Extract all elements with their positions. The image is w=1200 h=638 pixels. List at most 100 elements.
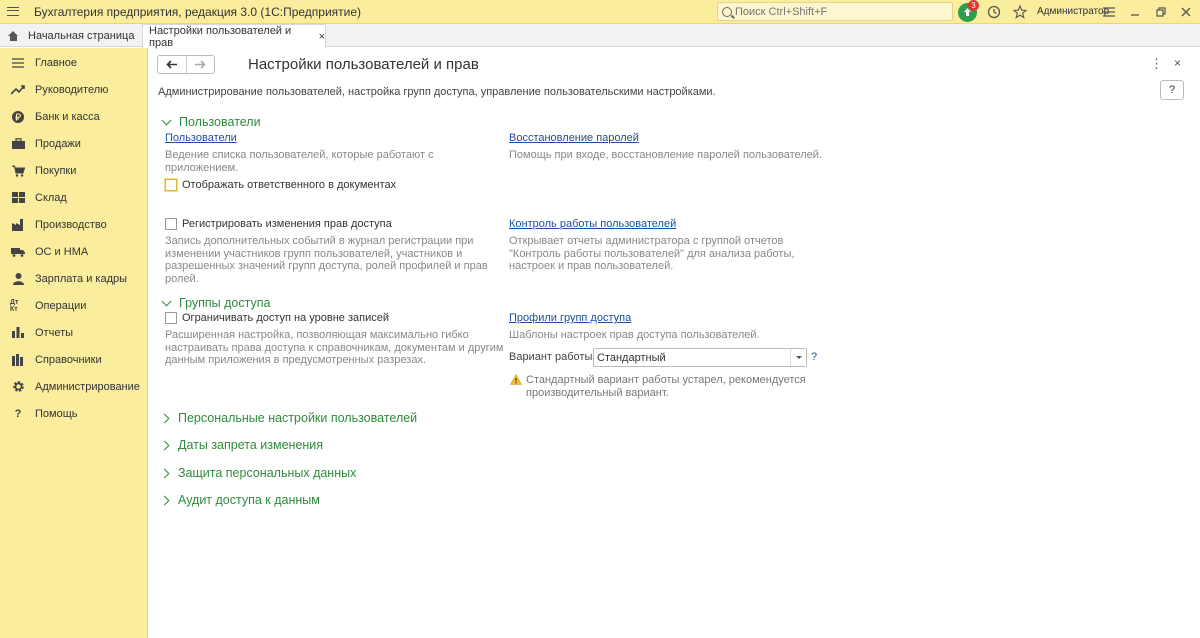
current-user[interactable]: Администратор: [1037, 6, 1109, 17]
user-activity-control-link[interactable]: Контроль работы пользователей: [509, 218, 676, 230]
sidebar-item-fixed-assets[interactable]: ОС и НМА: [0, 238, 147, 265]
more-actions-icon[interactable]: ⋮: [1150, 56, 1163, 72]
sidebar-item-label: Помощь: [35, 407, 78, 420]
sidebar-item-label: Администрирование: [35, 380, 140, 393]
window-close-button[interactable]: [1177, 3, 1195, 21]
form-close-icon[interactable]: ×: [1174, 56, 1181, 70]
gear-icon: [10, 379, 26, 395]
users-link[interactable]: Пользователи: [165, 132, 237, 144]
work-mode-label: Вариант работы:: [509, 351, 596, 363]
description-line: разрешенных значений групп доступа, роле…: [165, 260, 488, 272]
warning-icon: [510, 374, 522, 385]
warning-line: производительный вариант.: [526, 386, 669, 399]
page-description: Администрирование пользователей, настрой…: [158, 86, 716, 98]
restrict-records-checkbox[interactable]: [165, 312, 177, 324]
back-button[interactable]: [158, 56, 187, 73]
section-personal-settings-header[interactable]: Персональные настройки пользователей: [159, 411, 417, 425]
sidebar-item-reports[interactable]: Отчеты: [0, 319, 147, 346]
search-box[interactable]: [717, 2, 953, 21]
settings-menu-button[interactable]: [1100, 3, 1118, 21]
favorites-button[interactable]: [1011, 3, 1029, 21]
notifications-count-badge: 3: [968, 0, 979, 11]
main-menu-button[interactable]: [2, 0, 24, 24]
show-responsible-checkbox[interactable]: [165, 179, 177, 191]
restrict-records-label: Ограничивать доступ на уровне записей: [182, 312, 390, 324]
description-line: данным приложения в предусмотренных разр…: [165, 354, 427, 366]
menu-lines-icon: [10, 55, 26, 71]
password-recovery-link[interactable]: Восстановление паролей: [509, 132, 639, 144]
section-personal-data-protection-header[interactable]: Защита персональных данных: [159, 466, 356, 480]
factory-icon: [10, 217, 26, 233]
section-users-header[interactable]: Пользователи: [161, 115, 261, 129]
sidebar-item-operations[interactable]: Дт Кт Операции: [0, 292, 147, 319]
register-changes-option[interactable]: Регистрировать изменения прав доступа: [165, 218, 392, 230]
sidebar-item-purchases[interactable]: Покупки: [0, 157, 147, 184]
work-mode-value: Стандартный: [597, 351, 666, 364]
star-icon: [1013, 5, 1027, 19]
register-changes-label: Регистрировать изменения прав доступа: [182, 218, 392, 230]
tab-home[interactable]: Начальная страница: [0, 24, 141, 47]
search-input[interactable]: [735, 5, 935, 18]
page-title: Настройки пользователей и прав: [248, 56, 479, 73]
description-line: Расширенная настройка, позволяющая макси…: [165, 329, 469, 341]
sidebar-item-manager[interactable]: Руководителю: [0, 76, 147, 103]
tab-close-icon[interactable]: ×: [319, 31, 325, 43]
sidebar-item-sales[interactable]: Продажи: [0, 130, 147, 157]
restore-button[interactable]: [1152, 3, 1170, 21]
chevron-right-icon: [159, 468, 170, 478]
forward-button[interactable]: [187, 56, 215, 73]
question-icon: ?: [14, 407, 22, 420]
minimize-button[interactable]: [1126, 3, 1144, 21]
app-title: Бухгалтерия предприятия, редакция 3.0 (1…: [34, 4, 362, 19]
sidebar-item-help[interactable]: ? Помощь: [0, 400, 147, 427]
books-icon: [10, 352, 26, 368]
section-data-access-audit-header[interactable]: Аудит доступа к данным: [159, 493, 320, 507]
restrict-records-option[interactable]: Ограничивать доступ на уровне записей: [165, 312, 389, 324]
chevron-down-icon: [161, 296, 172, 306]
description-line: настраивать права доступа к справочникам…: [165, 341, 504, 354]
sidebar-item-catalogs[interactable]: Справочники: [0, 346, 147, 373]
tab-user-settings-label: Настройки пользователей и прав: [149, 24, 292, 49]
help-button[interactable]: ?: [1160, 80, 1184, 100]
section-data-access-audit-title: Аудит доступа к данным: [178, 493, 320, 507]
register-changes-checkbox[interactable]: [165, 218, 177, 230]
navigation-buttons: [157, 55, 215, 74]
description-line: ролей.: [165, 272, 199, 285]
tab-user-settings[interactable]: Настройки пользователей и прав ×: [142, 24, 326, 49]
sidebar-item-salary[interactable]: Зарплата и кадры: [0, 265, 147, 292]
section-users-title: Пользователи: [179, 115, 261, 129]
work-mode-warning: Стандартный вариант работы устарел, реко…: [526, 374, 806, 399]
description-line: настроек и прав пользователей.: [509, 260, 674, 272]
show-responsible-option[interactable]: Отображать ответственного в документах: [165, 179, 396, 191]
sidebar-item-label: Главное: [35, 56, 78, 69]
sidebar-item-label: Руководителю: [35, 83, 109, 96]
description-line: "Контроль работы пользователей" для анал…: [509, 247, 795, 260]
show-responsible-label: Отображать ответственного в документах: [182, 179, 397, 191]
user-activity-control-description: Открывает отчеты администратора с группо…: [509, 235, 794, 273]
sidebar-item-label: Склад: [35, 191, 67, 204]
sidebar-item-label: Покупки: [35, 164, 77, 177]
sidebar-item-label: Справочники: [35, 353, 102, 366]
sidebar-item-warehouse[interactable]: Склад: [0, 184, 147, 211]
section-access-groups-header[interactable]: Группы доступа: [161, 296, 270, 310]
truck-icon: [10, 244, 26, 260]
sidebar-item-bank[interactable]: Банк и касса: [0, 103, 147, 130]
chevron-down-icon: [161, 115, 172, 125]
section-change-prohibition-dates-header[interactable]: Даты запрета изменения: [159, 438, 324, 452]
chevron-down-icon[interactable]: [790, 349, 806, 366]
users-description: Ведение списка пользователей, которые ра…: [165, 149, 434, 174]
sidebar-item-production[interactable]: Производство: [0, 211, 147, 238]
ruble-icon: [10, 109, 26, 125]
sidebar-item-main[interactable]: Главное: [0, 49, 147, 76]
dt-kt-icon: Дт Кт: [10, 298, 19, 313]
sidebar-item-label: Производство: [35, 218, 107, 231]
sidebar-item-administration[interactable]: Администрирование: [0, 373, 147, 400]
section-change-prohibition-dates-title: Даты запрета изменения: [178, 438, 324, 452]
access-group-profiles-link[interactable]: Профили групп доступа: [509, 312, 631, 324]
work-mode-select[interactable]: Стандартный: [593, 348, 807, 367]
briefcase-icon: [10, 136, 26, 152]
work-mode-help-icon[interactable]: ?: [811, 351, 817, 363]
bar-chart-icon: [10, 325, 26, 341]
history-button[interactable]: [985, 3, 1003, 21]
sections-panel: Главное Руководителю Банк и касса Продаж…: [0, 48, 148, 638]
